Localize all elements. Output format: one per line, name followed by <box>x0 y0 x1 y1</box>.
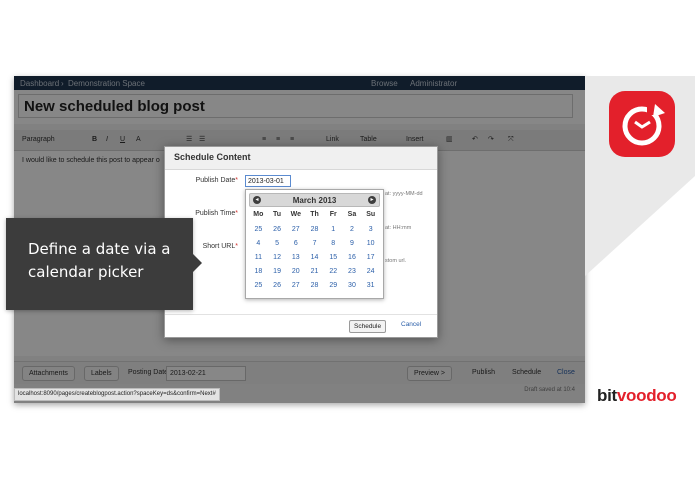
callout-arrow <box>193 254 202 272</box>
dialog-footer: Schedule Cancel <box>165 314 437 337</box>
publish-time-hint: at: HH:mm <box>385 225 412 231</box>
calendar-day[interactable]: 9 <box>343 240 362 247</box>
callout-box: Define a date via a calendar picker <box>6 218 193 310</box>
calendar-week: 25 26 27 28 29 30 31 <box>249 282 380 289</box>
day-of-week: Th <box>310 211 319 218</box>
calendar-day[interactable]: 20 <box>286 268 305 275</box>
calendar-week: 25 26 27 28 1 2 3 <box>249 226 380 233</box>
status-url: localhost:8090/pages/createblogpost.acti… <box>14 388 220 401</box>
calendar-day[interactable]: 22 <box>324 268 343 275</box>
day-of-week: Fr <box>329 211 337 218</box>
clock-refresh-icon <box>609 91 675 157</box>
calendar-day[interactable]: 26 <box>268 282 287 289</box>
callout-line-2: calendar picker <box>28 263 144 281</box>
calendar-day[interactable]: 23 <box>343 268 362 275</box>
callout-text: Define a date via a calendar picker <box>28 238 170 284</box>
dialog-header: Schedule Content <box>165 147 437 170</box>
calendar-day[interactable]: 15 <box>324 254 343 261</box>
calendar-header: March 2013 ◂ ▸ <box>249 193 380 207</box>
publish-time-label: Publish Time* <box>195 210 238 217</box>
day-of-week: Mo <box>253 211 264 218</box>
calendar-day[interactable]: 5 <box>268 240 287 247</box>
calendar-day[interactable]: 12 <box>268 254 287 261</box>
calendar-day[interactable]: 4 <box>249 240 268 247</box>
callout-line-1: Define a date via a <box>28 240 171 258</box>
calendar-day[interactable]: 7 <box>305 240 324 247</box>
calendar-day[interactable]: 30 <box>343 282 362 289</box>
day-of-week: Tu <box>273 211 282 218</box>
calendar-day[interactable]: 24 <box>361 268 380 275</box>
schedule-button[interactable]: Schedule <box>349 320 387 333</box>
day-of-week: Sa <box>347 211 357 218</box>
day-of-week: Su <box>366 211 376 218</box>
publish-date-input[interactable]: 2013-03-01 <box>245 175 291 187</box>
calendar-day[interactable]: 17 <box>361 254 380 261</box>
prev-month-icon[interactable]: ◂ <box>253 196 261 204</box>
required-mark: * <box>235 210 238 217</box>
dialog-title: Schedule Content <box>174 152 251 162</box>
calendar-day[interactable]: 25 <box>249 282 268 289</box>
brand-logo: bitvoodoo <box>597 386 677 406</box>
days-of-week-row: Mo Tu We Th Fr Sa Su <box>249 211 380 218</box>
calendar-day[interactable]: 16 <box>343 254 362 261</box>
next-month-icon[interactable]: ▸ <box>368 196 376 204</box>
calendar-day[interactable]: 19 <box>268 268 287 275</box>
calendar-day[interactable]: 2 <box>343 226 362 233</box>
calendar-day[interactable]: 25 <box>249 226 268 233</box>
calendar-day[interactable]: 27 <box>286 226 305 233</box>
calendar-day[interactable]: 18 <box>249 268 268 275</box>
cancel-link[interactable]: Cancel <box>401 321 421 328</box>
day-of-week: We <box>290 211 301 218</box>
calendar-week: 18 19 20 21 22 23 24 <box>249 268 380 275</box>
calendar-day[interactable]: 29 <box>324 282 343 289</box>
calendar-day[interactable]: 13 <box>286 254 305 261</box>
calendar-week: 4 5 6 7 8 9 10 <box>249 240 380 247</box>
calendar-day[interactable]: 31 <box>361 282 380 289</box>
app-logo-icon <box>607 89 677 159</box>
calendar-day[interactable]: 28 <box>305 226 324 233</box>
calendar-day[interactable]: 26 <box>268 226 287 233</box>
brand-logo-part2: voodoo <box>616 386 677 405</box>
publish-date-hint: at: yyyy-MM-dd <box>385 191 423 197</box>
calendar-month-title: March 2013 <box>292 196 337 205</box>
brand-logo-part1: bit <box>597 386 617 405</box>
short-url-hint: stom url. <box>385 258 407 264</box>
calendar-week: 11 12 13 14 15 16 17 <box>249 254 380 261</box>
calendar-day[interactable]: 6 <box>286 240 305 247</box>
calendar-day[interactable]: 21 <box>305 268 324 275</box>
calendar-day[interactable]: 8 <box>324 240 343 247</box>
calendar-day[interactable]: 27 <box>286 282 305 289</box>
calendar-day[interactable]: 14 <box>305 254 324 261</box>
publish-date-label: Publish Date* <box>195 177 238 184</box>
required-mark: * <box>235 177 238 184</box>
calendar-day[interactable]: 3 <box>361 226 380 233</box>
calendar-day[interactable]: 28 <box>305 282 324 289</box>
calendar-picker: March 2013 ◂ ▸ Mo Tu We Th Fr Sa Su 25 2… <box>245 189 384 299</box>
calendar-day[interactable]: 10 <box>361 240 380 247</box>
calendar-day[interactable]: 11 <box>249 254 268 261</box>
required-mark: * <box>235 243 238 250</box>
calendar-day[interactable]: 1 <box>324 226 343 233</box>
